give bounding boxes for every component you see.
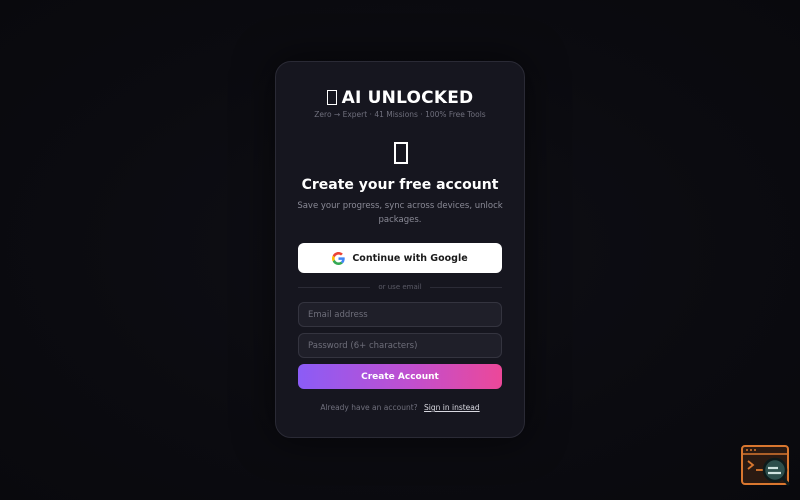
signin-prompt: Already have an account? (320, 403, 418, 412)
signin-link[interactable]: Sign in instead (424, 403, 480, 412)
divider: or use email (298, 282, 502, 292)
page: AI UNLOCKED Zero → Expert · 41 Missions … (0, 0, 800, 500)
signin-row: Already have an account? Sign in instead (276, 403, 524, 412)
create-account-button[interactable]: Create Account (298, 364, 502, 389)
divider-text: or use email (378, 283, 422, 291)
hero-glyph-icon (394, 142, 408, 164)
brand-glyph-icon (326, 90, 337, 105)
google-icon (332, 251, 346, 265)
google-button-label: Continue with Google (352, 252, 468, 264)
brand-title: AI UNLOCKED (276, 88, 524, 108)
brand-subtitle: Zero → Expert · 41 Missions · 100% Free … (314, 110, 486, 119)
divider-line-left (298, 286, 371, 288)
terminal-search-icon[interactable] (741, 445, 791, 487)
page-title: Create your free account (301, 177, 499, 193)
google-signin-button[interactable]: Continue with Google (298, 243, 502, 273)
signup-card: AI UNLOCKED Zero → Expert · 41 Missions … (275, 61, 525, 438)
email-field[interactable] (298, 302, 502, 327)
divider-line-right (429, 286, 502, 288)
page-description: Save your progress, sync across devices,… (297, 201, 503, 225)
brand-title-text: AI UNLOCKED (341, 88, 474, 108)
password-field[interactable] (298, 333, 502, 358)
